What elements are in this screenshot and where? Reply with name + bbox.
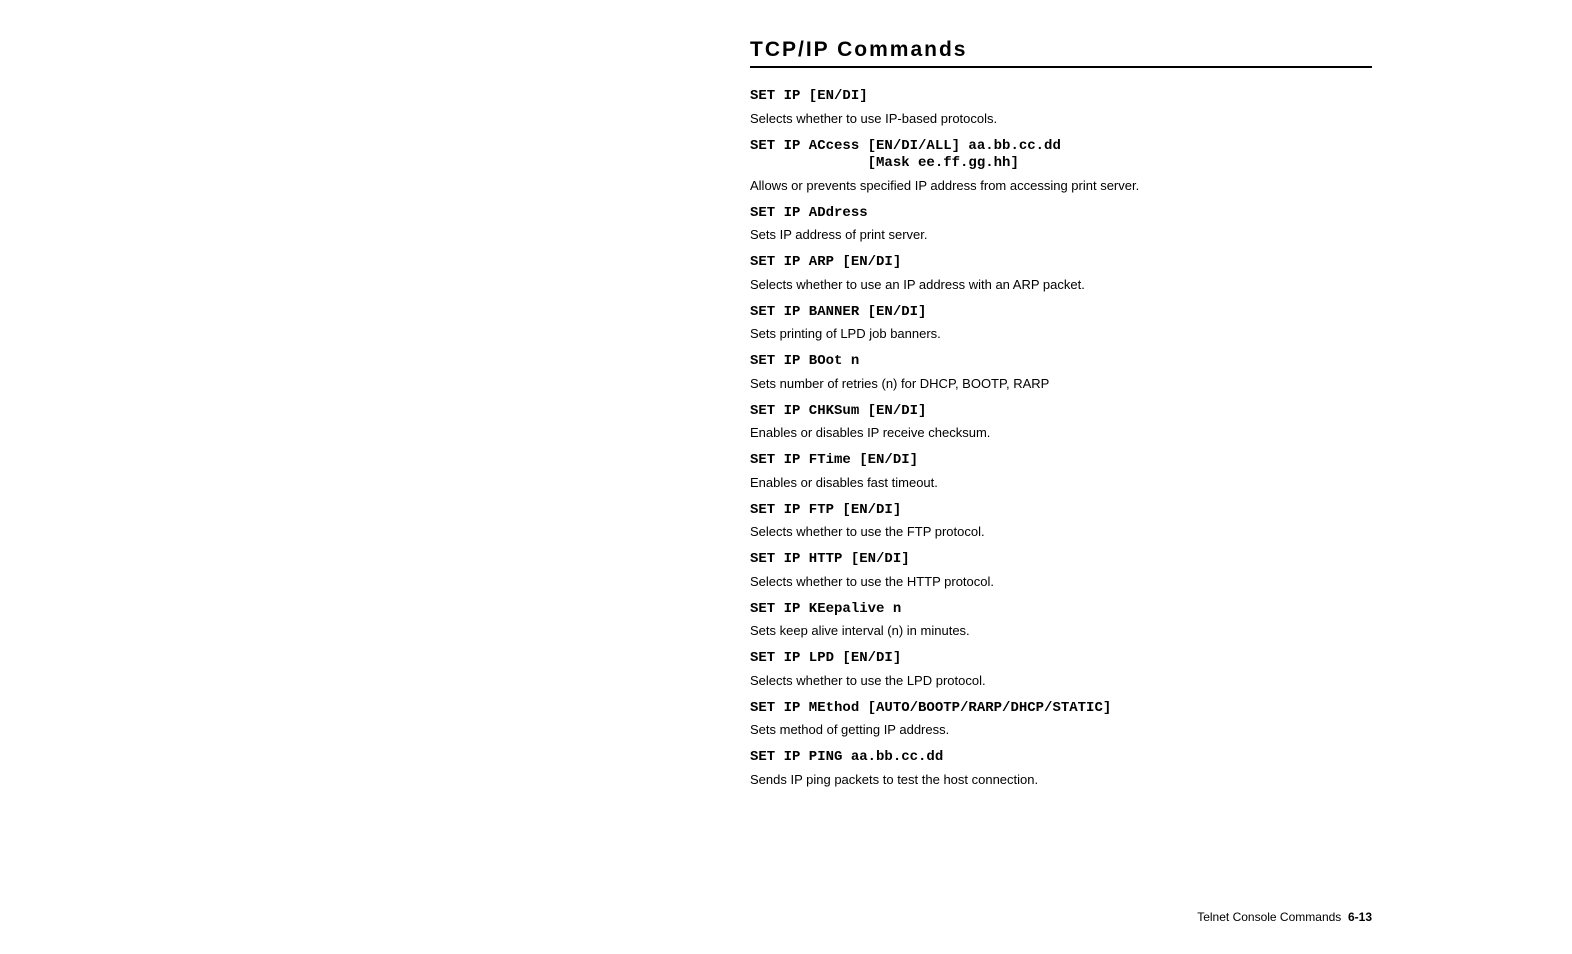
command-syntax: SET IP FTP [EN/DI] <box>750 502 1372 520</box>
command-description: Sets IP address of print server. <box>750 227 1372 242</box>
command-entry: SET IP [EN/DI] Selects whether to use IP-… <box>750 88 1372 126</box>
command-syntax: SET IP ADdress <box>750 205 1372 223</box>
command-description: Selects whether to use the FTP protocol. <box>750 524 1372 539</box>
page: TCP/IP Commands SET IP [EN/DI] Selects wh… <box>0 0 1572 954</box>
command-description: Sets method of getting IP address. <box>750 722 1372 737</box>
command-entry: SET IP MEthod [AUTO/BOOTP/RARP/DHCP/STAT… <box>750 700 1372 738</box>
command-entry: SET IP KEepalive n Sets keep alive interv… <box>750 601 1372 639</box>
page-number: 6-13 <box>1348 910 1372 924</box>
command-description: Sets keep alive interval (n) in minutes. <box>750 623 1372 638</box>
command-entry: SET IP ACcess [EN/DI/ALL] aa.bb.cc.dd [M… <box>750 138 1372 193</box>
command-entry: SET IP LPD [EN/DI] Selects whether to use… <box>750 650 1372 688</box>
command-syntax: SET IP LPD [EN/DI] <box>750 650 1372 668</box>
command-description: Selects whether to use an IP address wit… <box>750 277 1372 292</box>
title-rule <box>750 66 1372 68</box>
command-description: Selects whether to use the LPD protocol. <box>750 673 1372 688</box>
command-entry: SET IP BOot n Sets number of retries (n) … <box>750 353 1372 391</box>
command-description: Sets printing of LPD job banners. <box>750 326 1372 341</box>
command-syntax: SET IP MEthod [AUTO/BOOTP/RARP/DHCP/STAT… <box>750 700 1372 718</box>
command-syntax: SET IP PING aa.bb.cc.dd <box>750 749 1372 767</box>
command-syntax: SET IP CHKSum [EN/DI] <box>750 403 1372 421</box>
command-entry: SET IP FTP [EN/DI] Selects whether to use… <box>750 502 1372 540</box>
footer-label: Telnet Console Commands <box>1197 910 1341 924</box>
command-list: SET IP [EN/DI] Selects whether to use IP-… <box>750 88 1372 787</box>
command-entry: SET IP FTime [EN/DI] Enables or disables … <box>750 452 1372 490</box>
command-entry: SET IP ADdress Sets IP address of print s… <box>750 205 1372 243</box>
command-description: Enables or disables IP receive checksum. <box>750 425 1372 440</box>
command-syntax: SET IP [EN/DI] <box>750 88 1372 106</box>
command-entry: SET IP PING aa.bb.cc.dd Sends IP ping pac… <box>750 749 1372 787</box>
command-description: Enables or disables fast timeout. <box>750 475 1372 490</box>
command-entry: SET IP ARP [EN/DI] Selects whether to use… <box>750 254 1372 292</box>
command-syntax: SET IP ARP [EN/DI] <box>750 254 1372 272</box>
page-footer: Telnet Console Commands 6-13 <box>1197 910 1372 924</box>
command-syntax: SET IP ACcess [EN/DI/ALL] aa.bb.cc.dd [M… <box>750 138 1372 173</box>
command-description: Selects whether to use IP-based protocol… <box>750 111 1372 126</box>
command-entry: SET IP CHKSum [EN/DI] Enables or disables… <box>750 403 1372 441</box>
command-entry: SET IP HTTP [EN/DI] Selects whether to us… <box>750 551 1372 589</box>
command-syntax: SET IP KEepalive n <box>750 601 1372 619</box>
command-description: Allows or prevents specified IP address … <box>750 178 1372 193</box>
section-title: TCP/IP Commands <box>750 38 1372 62</box>
command-description: Selects whether to use the HTTP protocol… <box>750 574 1372 589</box>
command-description: Sets number of retries (n) for DHCP, BOO… <box>750 376 1372 391</box>
command-syntax: SET IP FTime [EN/DI] <box>750 452 1372 470</box>
command-syntax: SET IP BANNER [EN/DI] <box>750 304 1372 322</box>
command-syntax: SET IP HTTP [EN/DI] <box>750 551 1372 569</box>
command-entry: SET IP BANNER [EN/DI] Sets printing of LP… <box>750 304 1372 342</box>
command-description: Sends IP ping packets to test the host c… <box>750 772 1372 787</box>
command-syntax: SET IP BOot n <box>750 353 1372 371</box>
